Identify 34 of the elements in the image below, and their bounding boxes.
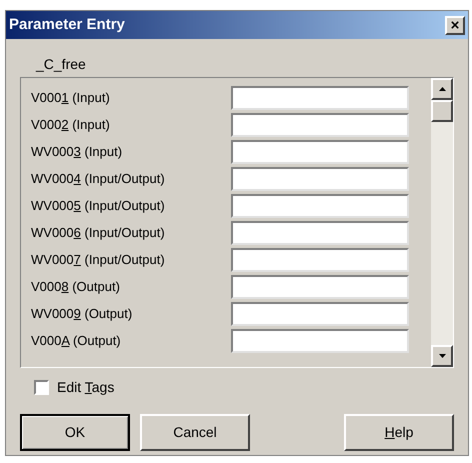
parameter-field[interactable] [231, 302, 409, 326]
up-arrow-icon [438, 87, 446, 91]
scroll-down-button[interactable] [431, 345, 453, 367]
parameter-field[interactable] [231, 221, 409, 245]
parameter-label: WV0007 (Input/Output) [31, 251, 166, 270]
parameter-field[interactable] [231, 275, 409, 299]
parameter-field[interactable] [231, 167, 409, 191]
parameter-label: WV0004 (Input/Output) [31, 170, 166, 188]
parameter-label: V000A (Output) [31, 332, 122, 350]
checkbox-label: Edit Tags [57, 378, 114, 397]
scroll-thumb[interactable] [431, 100, 453, 122]
close-button[interactable]: × [445, 16, 465, 34]
edit-tags-checkbox[interactable] [34, 380, 49, 394]
dialog-button[interactable]: Help [344, 414, 454, 451]
dialog-button[interactable]: OK [20, 414, 130, 451]
parameter-field[interactable] [231, 86, 409, 110]
down-arrow-icon [438, 354, 446, 358]
scroll-up-button[interactable] [431, 78, 453, 100]
parameter-field[interactable] [231, 194, 409, 218]
parameter-field[interactable] [231, 113, 409, 137]
group-label: _C_free [36, 56, 86, 72]
parameter-label: WV0003 (Input) [31, 143, 124, 162]
parameter-field[interactable] [231, 140, 409, 164]
parameter-label: WV0005 (Input/Output) [31, 197, 166, 216]
parameter-field[interactable] [231, 248, 409, 272]
parameter-label: V0001 (Input) [31, 89, 111, 108]
parameter-label: WV0006 (Input/Output) [31, 224, 166, 242]
parameter-label: V0002 (Input) [31, 116, 111, 134]
window-title: Parameter Entry [9, 14, 125, 35]
parameter-field[interactable] [231, 329, 409, 353]
dialog-button[interactable]: Cancel [140, 414, 250, 451]
scrollbar[interactable] [431, 78, 453, 367]
parameter-label: WV0009 (Output) [31, 305, 134, 324]
parameter-label: V0008 (Output) [31, 278, 121, 296]
